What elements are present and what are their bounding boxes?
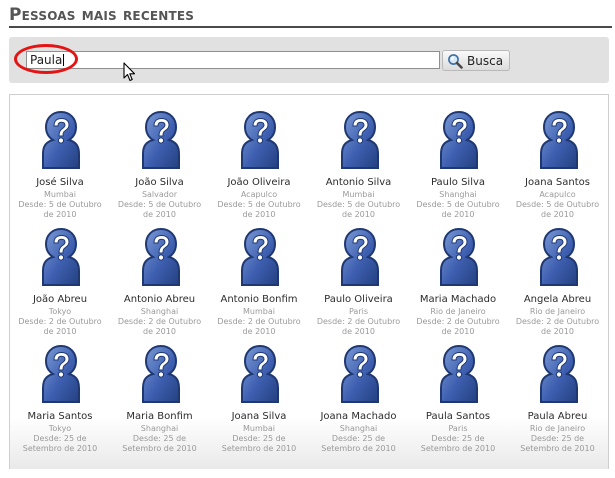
search-input[interactable]: Paula bbox=[26, 51, 440, 69]
unknown-person-icon bbox=[340, 110, 379, 169]
person-name: Joana Silva bbox=[231, 411, 287, 422]
unknown-person-icon bbox=[241, 344, 279, 403]
person-card[interactable]: Paula Abreu Rio de Janeiro Desde: 25 de … bbox=[508, 329, 608, 453]
text-caret bbox=[63, 54, 65, 66]
person-card[interactable]: Paulo Oliveira Paris Desde: 2 de Outubro… bbox=[309, 212, 409, 336]
unknown-person-icon bbox=[241, 227, 279, 286]
person-name: Maria Santos bbox=[27, 411, 93, 422]
title-divider bbox=[9, 26, 612, 28]
person-name: Antonio Abreu bbox=[123, 294, 196, 305]
search-input-value: Paula bbox=[30, 53, 63, 67]
person-since: Desde: 25 de Setembro de 2010 bbox=[420, 434, 496, 453]
person-city: Acapulco bbox=[539, 190, 576, 199]
person-since: Desde: 25 de Setembro de 2010 bbox=[22, 434, 98, 453]
person-city: Mumbai bbox=[44, 190, 76, 199]
person-name: Paula Abreu bbox=[527, 411, 588, 422]
person-name: Paulo Oliveira bbox=[324, 294, 393, 305]
person-name: Antonio Bonfim bbox=[220, 294, 298, 305]
person-card[interactable]: Maria Santos Tokyo Desde: 25 de Setembro… bbox=[10, 329, 110, 453]
person-card[interactable]: Joana Machado Shanghai Desde: 25 de Sete… bbox=[309, 329, 409, 453]
page-title: Pessoas mais recentes bbox=[9, 5, 195, 25]
person-since: Desde: 25 de Setembro de 2010 bbox=[321, 434, 396, 453]
person-city: Acapulco bbox=[240, 190, 278, 199]
person-card[interactable]: Maria Machado Rio de Janeiro Desde: 2 de… bbox=[408, 212, 508, 336]
person-city: Shanghai bbox=[140, 424, 179, 433]
person-since: Desde: 25 de Setembro de 2010 bbox=[520, 434, 595, 453]
person-city: Mumbai bbox=[342, 190, 375, 199]
person-name: Maria Machado bbox=[419, 294, 497, 305]
unknown-person-icon bbox=[141, 227, 180, 286]
person-name: João Silva bbox=[135, 177, 184, 188]
people-panel: José Silva Mumbai Desde: 5 de Outubro de… bbox=[9, 94, 609, 469]
unknown-person-icon bbox=[340, 227, 379, 286]
person-name: José Silva bbox=[36, 177, 84, 188]
person-city: Shanghai bbox=[140, 307, 179, 316]
person-name: João Abreu bbox=[32, 294, 88, 305]
unknown-person-icon bbox=[42, 227, 80, 286]
person-city: Tokyo bbox=[48, 424, 72, 433]
person-city: Paris bbox=[448, 424, 468, 433]
person-card[interactable]: João Silva Salvador Desde: 5 de Outubro … bbox=[110, 95, 210, 219]
person-city: Rio de Janeiro bbox=[529, 424, 586, 433]
unknown-person-icon bbox=[539, 344, 578, 403]
person-city: Rio de Janeiro bbox=[430, 307, 486, 316]
person-name: Joana Machado bbox=[320, 411, 397, 422]
person-card[interactable]: Joana Silva Mumbai Desde: 25 de Setembro… bbox=[209, 329, 309, 453]
unknown-person-icon bbox=[440, 344, 478, 403]
person-city: Shanghai bbox=[439, 190, 477, 199]
unknown-person-icon bbox=[42, 344, 80, 403]
unknown-person-icon bbox=[340, 344, 379, 403]
unknown-person-icon bbox=[440, 110, 478, 169]
search-button[interactable]: Busca bbox=[442, 50, 510, 71]
person-card[interactable]: Joana Santos Acapulco Desde: 5 de Outubr… bbox=[508, 95, 608, 219]
person-card[interactable]: João Oliveira Acapulco Desde: 5 de Outub… bbox=[209, 95, 309, 219]
person-city: Shanghai bbox=[339, 424, 378, 433]
unknown-person-icon bbox=[539, 227, 578, 286]
unknown-person-icon bbox=[440, 227, 478, 286]
person-card[interactable]: Antonio Bonfim Mumbai Desde: 2 de Outubr… bbox=[209, 212, 309, 336]
person-city: Paris bbox=[348, 307, 369, 316]
unknown-person-icon bbox=[141, 344, 180, 403]
person-city: Salvador bbox=[141, 190, 178, 199]
person-since: Desde: 25 de Setembro de 2010 bbox=[122, 434, 197, 453]
person-card[interactable]: José Silva Mumbai Desde: 5 de Outubro de… bbox=[10, 95, 110, 219]
person-name: Paulo Silva bbox=[430, 177, 486, 188]
person-card[interactable]: Antonio Silva Mumbai Desde: 5 de Outubro… bbox=[309, 95, 409, 219]
unknown-person-icon bbox=[241, 110, 279, 169]
person-city: Mumbai bbox=[243, 424, 275, 433]
person-name: Maria Bonfim bbox=[126, 411, 193, 422]
unknown-person-icon bbox=[539, 110, 578, 169]
person-city: Mumbai bbox=[243, 307, 275, 316]
person-card[interactable]: Paula Santos Paris Desde: 25 de Setembro… bbox=[408, 329, 508, 453]
person-name: Paula Santos bbox=[425, 411, 491, 422]
person-city: Rio de Janeiro bbox=[529, 307, 586, 316]
unknown-person-icon bbox=[141, 110, 180, 169]
person-since: Desde: 25 de Setembro de 2010 bbox=[221, 434, 297, 453]
page: Pessoas mais recentes Paula Busca José S… bbox=[0, 0, 615, 478]
person-name: João Oliveira bbox=[227, 177, 291, 188]
search-panel: Paula Busca bbox=[9, 37, 609, 83]
person-name: Antonio Silva bbox=[325, 177, 392, 188]
person-card[interactable]: Angela Abreu Rio de Janeiro Desde: 2 de … bbox=[508, 212, 608, 336]
person-card[interactable]: Antonio Abreu Shanghai Desde: 2 de Outub… bbox=[110, 212, 210, 336]
person-name: Joana Santos bbox=[525, 177, 590, 188]
person-name: Angela Abreu bbox=[523, 294, 592, 305]
person-card[interactable]: Maria Bonfim Shanghai Desde: 25 de Setem… bbox=[110, 329, 210, 453]
unknown-person-icon bbox=[42, 110, 80, 169]
person-city: Tokyo bbox=[48, 307, 72, 316]
person-card[interactable]: Paulo Silva Shanghai Desde: 5 de Outubro… bbox=[408, 95, 508, 219]
search-button-label: Busca bbox=[467, 53, 504, 68]
magnifier-icon bbox=[447, 53, 463, 69]
person-card[interactable]: João Abreu Tokyo Desde: 2 de Outubro de … bbox=[10, 212, 110, 336]
